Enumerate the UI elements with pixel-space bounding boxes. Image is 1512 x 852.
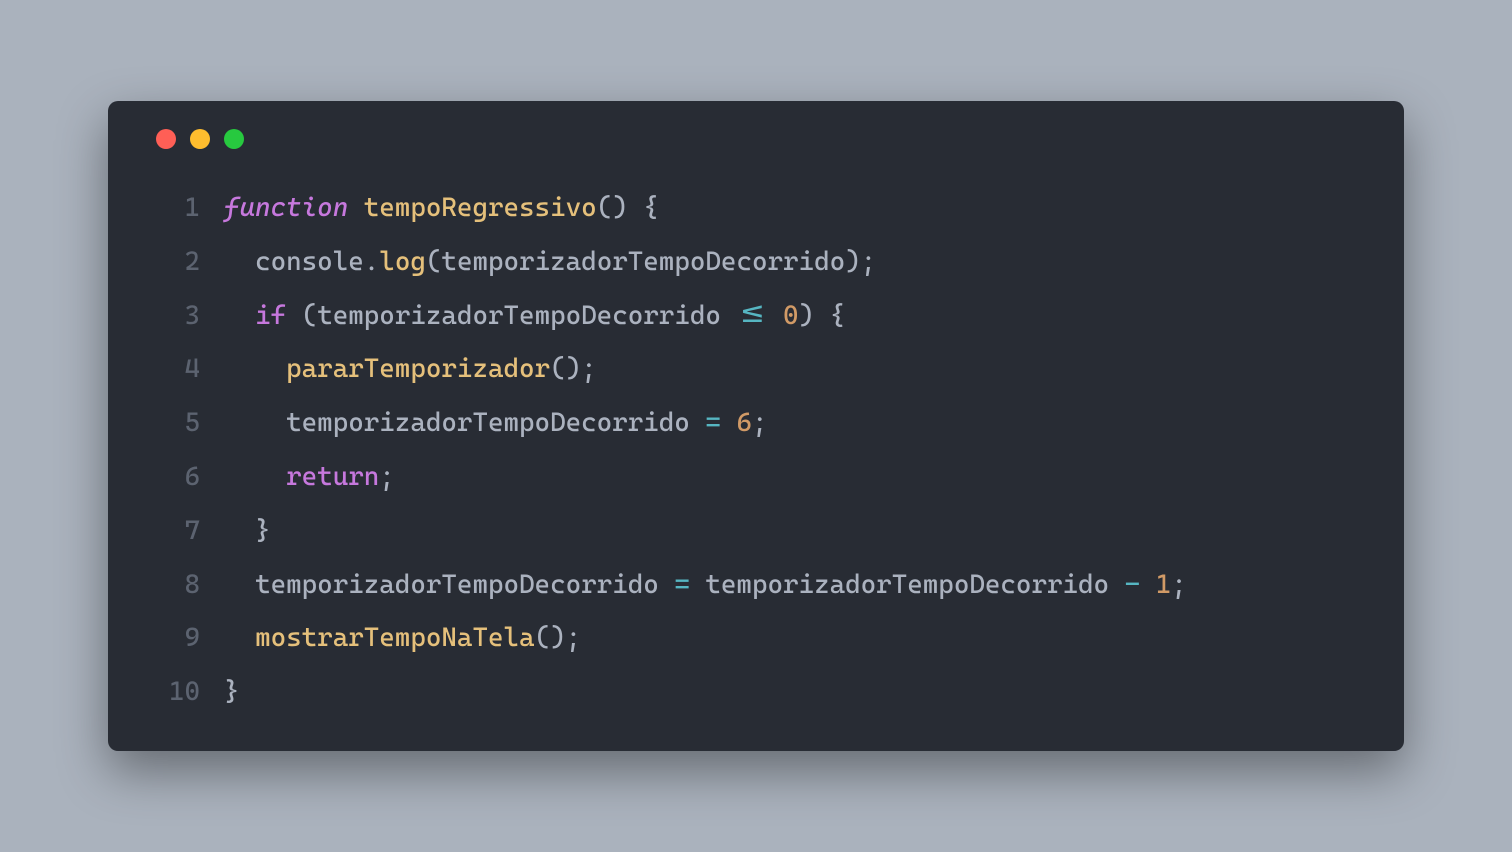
code-area: 1function tempoRegressivo() {2 console.l… [156, 181, 1356, 719]
code-token [690, 569, 706, 600]
code-token: mostrarTempoNaTela [255, 622, 535, 653]
line-content: } [224, 504, 271, 558]
code-token: ; [861, 246, 877, 277]
code-token [224, 246, 255, 277]
code-token: ) [799, 300, 815, 331]
code-token: } [224, 676, 240, 707]
line-number: 3 [156, 289, 200, 343]
code-token: 1 [1156, 569, 1172, 600]
line-number: 9 [156, 611, 200, 665]
code-line: 1 function tempoRegressivo() { [156, 181, 1356, 235]
code-token [768, 300, 784, 331]
code-token [224, 407, 286, 438]
line-content: mostrarTempoNaTela(); [224, 611, 581, 665]
code-line: 4 pararTemporizador(); [156, 342, 1356, 396]
code-token: { [643, 192, 659, 223]
line-content: if (temporizadorTempoDecorrido <= 0) { [224, 289, 845, 343]
code-token: if [255, 300, 286, 331]
line-number: 8 [156, 558, 200, 612]
code-token: { [830, 300, 846, 331]
code-token: ; [581, 353, 597, 384]
code-line: 9 mostrarTempoNaTela(); [156, 611, 1356, 665]
line-number: 6 [156, 450, 200, 504]
line-content: pararTemporizador(); [224, 342, 597, 396]
close-icon[interactable] [156, 129, 176, 149]
line-content: } [224, 665, 240, 719]
code-token: 0 [783, 300, 799, 331]
code-line: 10} [156, 665, 1356, 719]
code-token [814, 300, 830, 331]
code-token [224, 461, 286, 492]
code-token: temporizadorTempoDecorrido [317, 300, 721, 331]
code-token [690, 407, 706, 438]
code-token [286, 300, 302, 331]
code-token [224, 300, 255, 331]
line-content: temporizadorTempoDecorrido = temporizado… [224, 558, 1187, 612]
code-token: 6 [736, 407, 752, 438]
code-token [1140, 569, 1156, 600]
line-number: 5 [156, 396, 200, 450]
code-token: return [286, 461, 379, 492]
line-content: return; [224, 450, 395, 504]
code-token: = [705, 407, 721, 438]
code-line: 3 if (temporizadorTempoDecorrido <= 0) { [156, 289, 1356, 343]
code-token [348, 192, 364, 223]
code-line: 7 } [156, 504, 1356, 558]
code-token: ; [752, 407, 768, 438]
code-line: 8 temporizadorTempoDecorrido = temporiza… [156, 558, 1356, 612]
code-token: temporizadorTempoDecorrido [255, 569, 659, 600]
line-content: console.log(temporizadorTempoDecorrido); [224, 235, 876, 289]
code-editor-window: 1function tempoRegressivo() {2 console.l… [108, 101, 1404, 751]
line-number: 1 [156, 181, 200, 235]
code-token: () [550, 353, 581, 384]
code-token: () [597, 192, 628, 223]
line-number: 4 [156, 342, 200, 396]
code-token: ) [845, 246, 861, 277]
code-token: ( [302, 300, 318, 331]
code-token: function [224, 192, 348, 223]
code-token: = [674, 569, 690, 600]
code-line: 5 temporizadorTempoDecorrido = 6; [156, 396, 1356, 450]
code-line: 6 return; [156, 450, 1356, 504]
code-token: ; [379, 461, 395, 492]
code-token: . [364, 246, 380, 277]
code-token: <= [736, 300, 767, 331]
titlebar [156, 129, 1356, 149]
code-token: ( [426, 246, 442, 277]
code-token [224, 515, 255, 546]
code-token: temporizadorTempoDecorrido [705, 569, 1109, 600]
line-number: 10 [156, 665, 200, 719]
code-token [659, 569, 675, 600]
code-token: log [379, 246, 426, 277]
code-token: - [1125, 569, 1141, 600]
code-token: tempoRegressivo [364, 192, 597, 223]
line-number: 2 [156, 235, 200, 289]
code-token: ; [566, 622, 582, 653]
minimize-icon[interactable] [190, 129, 210, 149]
code-token [224, 353, 286, 384]
line-number: 7 [156, 504, 200, 558]
line-content: function tempoRegressivo() { [224, 181, 659, 235]
code-token [721, 300, 737, 331]
code-token: console [255, 246, 364, 277]
code-token [1109, 569, 1125, 600]
code-token [628, 192, 644, 223]
maximize-icon[interactable] [224, 129, 244, 149]
code-token: } [255, 515, 271, 546]
code-line: 2 console.log(temporizadorTempoDecorrido… [156, 235, 1356, 289]
code-token: temporizadorTempoDecorrido [286, 407, 690, 438]
code-token [224, 622, 255, 653]
line-content: temporizadorTempoDecorrido = 6; [224, 396, 767, 450]
code-token [224, 569, 255, 600]
code-token: ; [1171, 569, 1187, 600]
code-token: () [535, 622, 566, 653]
code-token [721, 407, 737, 438]
code-token: pararTemporizador [286, 353, 550, 384]
code-token: temporizadorTempoDecorrido [441, 246, 845, 277]
